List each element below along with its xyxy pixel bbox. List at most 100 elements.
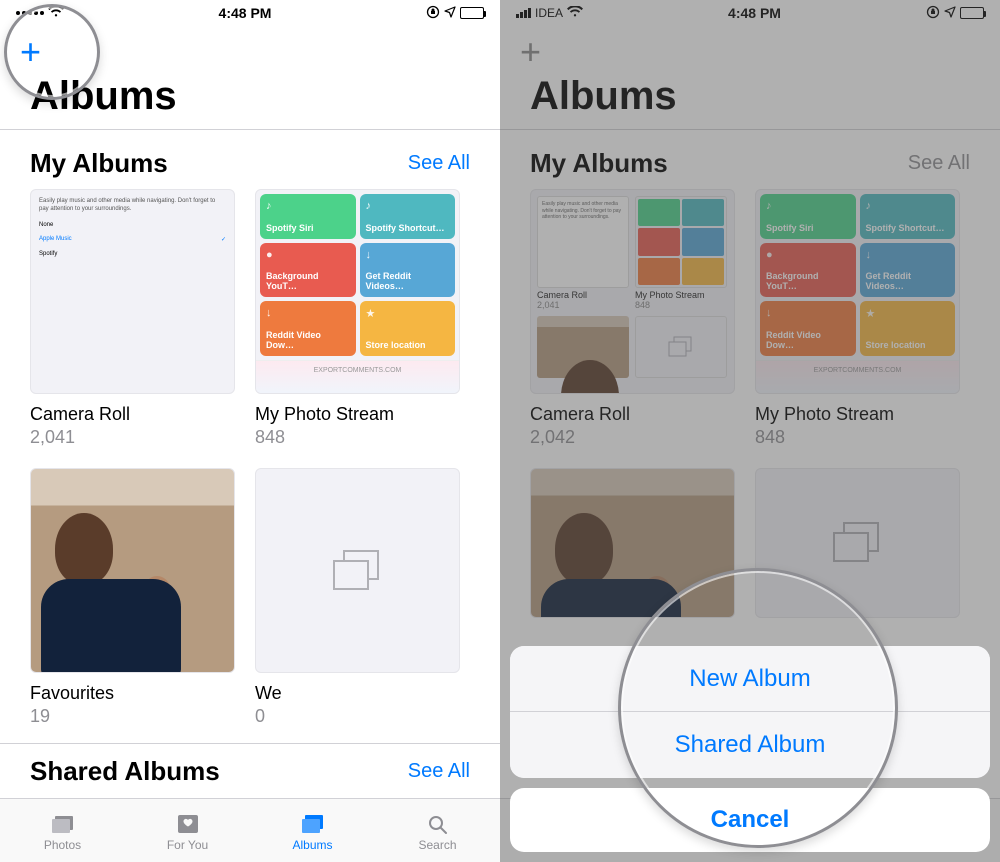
album-we[interactable]: We 0 — [255, 468, 460, 727]
tab-label: Photos — [0, 838, 125, 852]
album-thumbnail — [755, 468, 960, 618]
photos-icon — [0, 810, 125, 838]
new-album-button[interactable]: New Album — [510, 646, 990, 712]
album-my-photo-stream[interactable]: ♪Spotify Siri ♪Spotify Shortcut… ●Backgr… — [255, 189, 460, 448]
tab-bar: Photos For You Albums Search — [0, 798, 500, 862]
heart-icon: ♥ — [41, 636, 54, 662]
carrier-label: IDEA — [535, 6, 563, 20]
mini-option-none: None — [39, 222, 53, 228]
album-count: 848 — [255, 427, 460, 448]
album-thumbnail: ♪Spotify Siri ♪Spotify Shortcut… ●Backgr… — [755, 189, 960, 394]
mini-option-apple-music: Apple Music — [39, 236, 72, 243]
album-camera-roll[interactable]: Easily play music and other media while … — [30, 189, 235, 448]
tab-for-you[interactable]: For You — [125, 810, 250, 852]
album-count: 848 — [755, 427, 960, 448]
album-thumbnail: Easily play music and other media while … — [530, 189, 735, 394]
section-title: Shared Albums — [30, 756, 220, 787]
phone-left: 4:48 PM + Albums My Albums See All — [0, 0, 500, 862]
battery-icon — [460, 7, 484, 19]
cancel-button[interactable]: Cancel — [510, 788, 990, 852]
albums-grid: Easily play music and other media while … — [500, 189, 1000, 628]
tab-photos[interactable]: Photos — [0, 810, 125, 852]
section-title: My Albums — [530, 148, 668, 179]
statusbar: IDEA 4:48 PM — [500, 0, 1000, 26]
mini-album-count: 848 — [635, 300, 727, 310]
statusbar: 4:48 PM — [0, 0, 500, 26]
album-count: 2,042 — [530, 427, 735, 448]
album-camera-roll[interactable]: Easily play music and other media while … — [530, 189, 735, 448]
tile-label: Spotify Siri — [766, 223, 850, 233]
battery-icon — [960, 7, 984, 19]
wifi-icon — [567, 5, 583, 22]
mini-album-title: My Photo Stream — [635, 290, 727, 300]
mini-thumbnail — [537, 316, 629, 378]
section-my-albums-header: My Albums See All — [0, 140, 500, 189]
tile-label: Store location — [866, 340, 950, 350]
tab-albums[interactable]: Albums — [250, 810, 375, 852]
section-my-albums-header: My Albums See All — [500, 140, 1000, 189]
cellular-signal-icon — [16, 11, 44, 15]
mini-album-title: Camera Roll — [537, 290, 629, 300]
section-shared-albums-header: Shared Albums See All — [0, 754, 500, 803]
mini-option-spotify: Spotify — [39, 251, 57, 257]
tile-label: Get Reddit Videos… — [866, 271, 950, 291]
divider — [0, 129, 500, 130]
tile-label: Reddit Video Dow… — [766, 330, 850, 350]
tile-label: Spotify Shortcut… — [866, 223, 950, 233]
orientation-lock-icon — [426, 5, 440, 22]
phone-right: IDEA 4:48 PM + Albums My Albums — [500, 0, 1000, 862]
album-title: Favourites — [30, 683, 235, 704]
album-count: 19 — [30, 706, 235, 727]
check-icon: ✓ — [221, 236, 226, 243]
page-title: Albums — [500, 74, 1000, 129]
cellular-signal-icon — [516, 8, 531, 18]
album-thumbnail: ♪Spotify Siri ♪Spotify Shortcut… ●Backgr… — [255, 189, 460, 394]
album-count: 2,041 — [30, 427, 235, 448]
see-all-link[interactable]: See All — [408, 152, 470, 175]
clock-time: 4:48 PM — [219, 5, 272, 21]
tab-label: Search — [375, 838, 500, 852]
orientation-lock-icon — [926, 5, 940, 22]
see-all-link[interactable]: See All — [408, 760, 470, 783]
album-count: 0 — [255, 706, 460, 727]
mini-description: Easily play music and other media while … — [542, 201, 624, 221]
album-title: Camera Roll — [530, 404, 735, 425]
album-thumbnail — [530, 468, 735, 618]
divider — [0, 743, 500, 744]
album-title: My Photo Stream — [255, 404, 460, 425]
add-album-button[interactable]: + — [20, 31, 41, 72]
tab-search[interactable]: Search — [375, 810, 500, 852]
strip-label: EXPORTCOMMENTS.COM — [256, 360, 459, 394]
album-my-photo-stream[interactable]: ♪Spotify Siri ♪Spotify Shortcut… ●Backgr… — [755, 189, 960, 448]
albums-grid: Easily play music and other media while … — [0, 189, 500, 737]
see-all-link[interactable]: See All — [908, 152, 970, 175]
tile-label: Spotify Shortcut… — [366, 223, 450, 233]
tile-label: Store location — [366, 340, 450, 350]
albums-icon — [250, 810, 375, 838]
location-icon — [944, 5, 956, 21]
clock-time: 4:48 PM — [728, 5, 781, 21]
search-icon — [375, 810, 500, 838]
tile-label: Background YouT… — [266, 271, 350, 291]
album-favourites[interactable]: ♥ Favourites 19 — [30, 468, 235, 727]
mini-description: Easily play music and other media while … — [39, 198, 226, 214]
empty-album-icon — [833, 522, 883, 564]
album-favourites[interactable] — [530, 468, 735, 618]
wifi-icon — [48, 5, 64, 22]
add-album-button[interactable]: + — [520, 31, 541, 72]
nav-bar: + — [500, 26, 1000, 74]
album-title: Camera Roll — [30, 404, 235, 425]
album-title: My Photo Stream — [755, 404, 960, 425]
tile-label: Get Reddit Videos… — [366, 271, 450, 291]
album-we[interactable] — [755, 468, 960, 618]
tile-label: Spotify Siri — [266, 223, 350, 233]
strip-label: EXPORTCOMMENTS.COM — [756, 360, 959, 394]
empty-album-icon — [669, 337, 694, 358]
shared-album-button[interactable]: Shared Album — [510, 712, 990, 778]
empty-album-icon — [333, 550, 383, 592]
tile-label: Background YouT… — [766, 271, 850, 291]
nav-bar: + — [0, 26, 500, 74]
section-title: My Albums — [30, 148, 168, 179]
tile-label: Reddit Video Dow… — [266, 330, 350, 350]
album-thumbnail: ♥ — [30, 468, 235, 673]
